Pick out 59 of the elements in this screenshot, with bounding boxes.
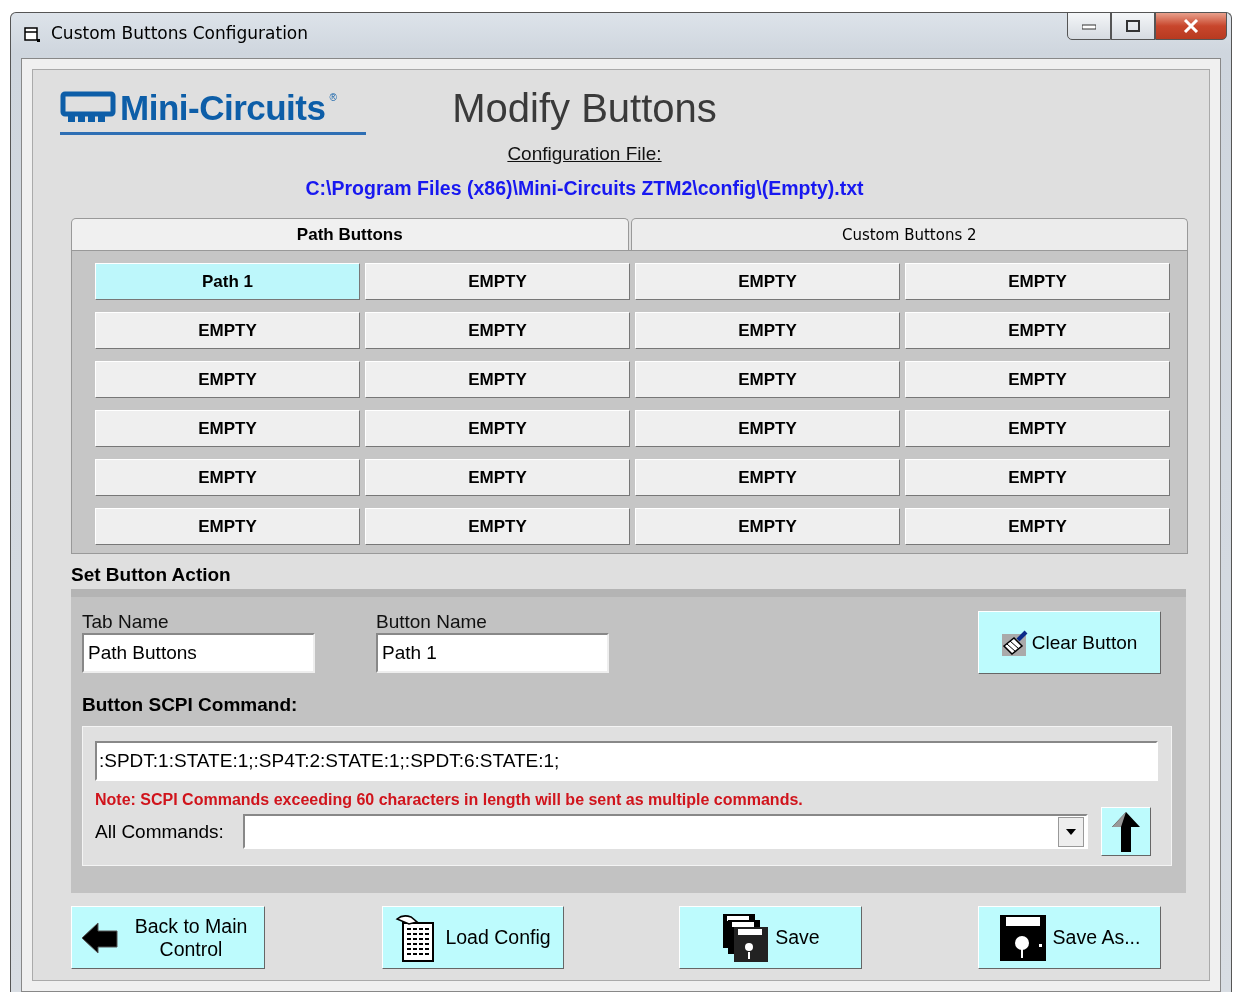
- path-button[interactable]: EMPTY: [95, 361, 360, 398]
- field-label: Button Name: [376, 611, 488, 633]
- floppy-disks-icon: [721, 912, 770, 963]
- path-button[interactable]: EMPTY: [905, 410, 1170, 447]
- page-heading: Modify Buttons: [452, 86, 717, 131]
- path-button[interactable]: EMPTY: [95, 312, 360, 349]
- path-button[interactable]: EMPTY: [905, 361, 1170, 398]
- path-button[interactable]: EMPTY: [635, 361, 900, 398]
- window-title: Custom Buttons Configuration: [51, 23, 309, 43]
- brush-icon: [1001, 629, 1030, 656]
- path-button[interactable]: EMPTY: [905, 263, 1170, 300]
- maximize-button[interactable]: [1111, 12, 1155, 40]
- path-button[interactable]: EMPTY: [95, 410, 360, 447]
- minimize-icon: [1082, 22, 1096, 30]
- load-button[interactable]: Load Config: [382, 906, 564, 969]
- all-commands-label: All Commands:: [95, 820, 225, 843]
- back-button[interactable]: Back to Main Control: [71, 906, 265, 969]
- path-button[interactable]: EMPTY: [635, 312, 900, 349]
- path-button[interactable]: EMPTY: [365, 361, 630, 398]
- close-icon: [1183, 19, 1199, 33]
- company-logo: Mini-Circuits®: [60, 88, 370, 152]
- button-name-field[interactable]: Path 1: [376, 633, 609, 673]
- clear-button[interactable]: Clear Button: [978, 611, 1161, 674]
- up-arrow-button[interactable]: [1101, 807, 1151, 856]
- scpi-command-field[interactable]: :SPDT:1:STATE:1;:SP4T:2:STATE:1;:SPDT:6:STATE:1;: [95, 741, 1158, 781]
- path-button[interactable]: EMPTY: [365, 508, 630, 545]
- maximize-icon: [1126, 20, 1140, 32]
- config-file-path: C:\Program Files (x86)\Mini-Circuits ZTM2\config\(Empty).txt: [305, 177, 864, 200]
- path-button[interactable]: EMPTY: [365, 263, 630, 300]
- tab[interactable]: Custom Buttons 2: [630, 218, 1188, 250]
- config-file-label: Configuration File:: [507, 143, 662, 165]
- path-button[interactable]: EMPTY: [365, 410, 630, 447]
- logo-icon: [60, 91, 116, 125]
- path-button[interactable]: EMPTY: [905, 312, 1170, 349]
- path-button[interactable]: EMPTY: [635, 263, 900, 300]
- path-button[interactable]: EMPTY: [635, 459, 900, 496]
- path-button[interactable]: EMPTY: [95, 508, 360, 545]
- up-arrow-icon: [1110, 810, 1142, 853]
- save-button[interactable]: Save: [679, 906, 862, 969]
- path-button[interactable]: EMPTY: [635, 508, 900, 545]
- path-button[interactable]: EMPTY: [905, 508, 1170, 545]
- all-commands-dropdown[interactable]: [243, 814, 1088, 849]
- save-as-button[interactable]: Save As...: [978, 906, 1161, 969]
- path-button[interactable]: EMPTY: [635, 410, 900, 447]
- minimize-button[interactable]: [1067, 12, 1111, 40]
- path-button[interactable]: EMPTY: [95, 459, 360, 496]
- note-text: Note: SCPI Commands exceeding 60 characters in length will be sent as multiple commands.: [95, 791, 804, 809]
- scpi-command-label: Button SCPI Command:: [82, 694, 299, 716]
- dropdown-arrow-icon: [1066, 828, 1076, 835]
- path-button[interactable]: EMPTY: [365, 459, 630, 496]
- path-button[interactable]: Path 1: [95, 263, 360, 300]
- field-label: Tab Name: [82, 611, 170, 633]
- window-icon: [23, 25, 41, 43]
- tab[interactable]: Path Buttons: [71, 218, 629, 250]
- path-button[interactable]: EMPTY: [905, 459, 1170, 496]
- tab-name-field[interactable]: Path Buttons: [82, 633, 315, 673]
- close-button[interactable]: [1155, 12, 1227, 40]
- section-title: Set Button Action: [71, 564, 232, 586]
- path-button[interactable]: EMPTY: [365, 312, 630, 349]
